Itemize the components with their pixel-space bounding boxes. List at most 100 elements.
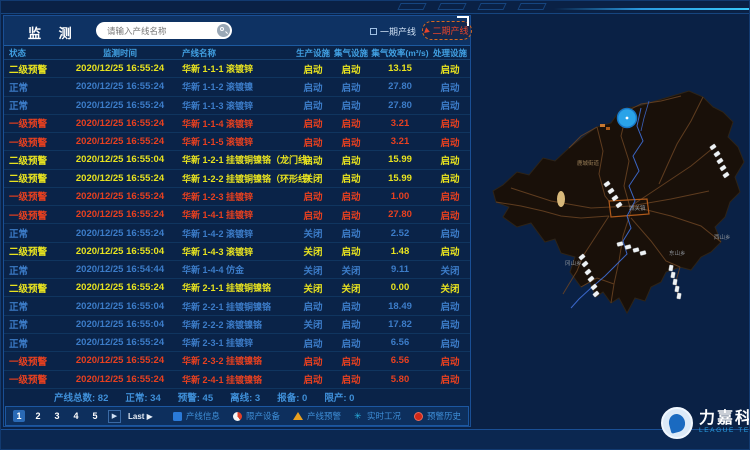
table-rows: 二级预警2020/12/25 16:55:24华新 1-1-1 滚镀锌启动启动1… [4, 60, 470, 389]
table-row[interactable]: 正常2020/12/25 16:55:04华新 2-2-1 挂镀铜镍铬启动启动1… [4, 297, 470, 315]
stat-item: 预警: 45 [178, 390, 213, 404]
cell-efficiency: 6.56 [370, 355, 430, 366]
cell-efficiency: 1.48 [370, 246, 430, 257]
cell-name: 华新 1-4-3 滚镀锌 [182, 245, 294, 258]
cell-gas-collection: 启动 [332, 336, 370, 350]
legend-item[interactable]: 实时工况 [354, 410, 401, 422]
table-row[interactable]: 一级预警2020/12/25 16:55:24华新 1-1-4 滚镀锌启动启动3… [4, 115, 470, 133]
map-area-label: 城关镇 [629, 204, 646, 212]
table-row[interactable]: 一级预警2020/12/25 16:55:24华新 1-1-5 滚镀锌启动启动3… [4, 133, 470, 151]
cell-status: 正常 [4, 336, 58, 350]
table-row[interactable]: 二级预警2020/12/25 16:55:24华新 1-2-2 挂镀铜镍铬（环形… [4, 170, 470, 188]
cell-treatment: 启动 [430, 116, 470, 130]
page-button[interactable]: 2 [32, 410, 44, 422]
table-row[interactable]: 正常2020/12/25 16:54:44华新 1-4-4 仿金关闭关闭9.11… [4, 261, 470, 279]
cell-name: 华新 1-1-3 滚镀锌 [182, 99, 294, 112]
table-row[interactable]: 二级预警2020/12/25 16:55:04华新 1-4-3 滚镀锌关闭启动1… [4, 243, 470, 261]
site-marker[interactable] [669, 265, 674, 272]
table-row[interactable]: 一级预警2020/12/25 16:55:24华新 1-4-1 挂镀锌启动启动2… [4, 206, 470, 224]
column-header: 集气设施 [332, 47, 370, 59]
cell-efficiency: 2.52 [370, 228, 430, 239]
cell-status: 正常 [4, 299, 58, 313]
stat-item: 正常: 34 [125, 390, 160, 404]
cell-name: 华新 1-2-1 挂镀铜镍铬（龙门线） [182, 153, 294, 166]
cell-gas-collection: 启动 [332, 98, 370, 112]
site-marker[interactable] [677, 293, 682, 300]
deco-shape [437, 3, 466, 10]
page-title: 监 测 [28, 23, 79, 42]
legend-item[interactable]: 预警历史 [414, 410, 461, 422]
cell-name: 华新 1-4-1 挂镀锌 [182, 208, 294, 221]
table-row[interactable]: 二级预警2020/12/25 16:55:24华新 2-1-1 挂镀铜镍铬关闭关… [4, 279, 470, 297]
cell-production: 关闭 [294, 244, 332, 258]
phase1-checkbox[interactable]: 一期产线 [370, 25, 416, 38]
cell-treatment: 关闭 [430, 263, 470, 277]
legend-item[interactable]: 产线预警 [293, 410, 341, 422]
district-map[interactable]: 鹿城街道城关镇西山乡东山乡冈山乡 [481, 56, 749, 406]
logo-subtitle: LEAGUE TECH [699, 428, 750, 435]
cell-efficiency: 3.21 [370, 118, 430, 129]
info-square-icon [173, 412, 182, 421]
table-row[interactable]: 正常2020/12/25 16:55:24华新 1-1-3 滚镀锌启动启动27.… [4, 97, 470, 115]
map-area-label: 鹿城街道 [577, 159, 600, 167]
column-header: 处理设施 [430, 47, 470, 59]
site-marker[interactable] [673, 279, 678, 286]
column-header: 集气效率(m³/s) [370, 47, 430, 59]
table-row[interactable]: 正常2020/12/25 16:55:24华新 1-1-2 滚镀镍启动启动27.… [4, 78, 470, 96]
table-row[interactable]: 一级预警2020/12/25 16:55:24华新 2-3-2 挂镀镍铬启动启动… [4, 352, 470, 370]
cell-efficiency: 27.80 [370, 81, 430, 92]
cell-efficiency: 13.15 [370, 63, 430, 74]
legend-item[interactable]: 产线信息 [173, 410, 220, 422]
limited-circle-icon [233, 412, 242, 421]
cell-treatment: 启动 [430, 189, 470, 203]
bottom-bar: 12345 ▶ Last ▶ 产线信息 限产设备 产线预警 实时工况 预警历史 [5, 406, 469, 426]
table-header: 状态监测时间产线名称生产设施集气设施集气效率(m³/s)处理设施 [4, 46, 470, 60]
table-row[interactable]: 一级预警2020/12/25 16:55:24华新 1-2-3 挂镀锌启动启动1… [4, 188, 470, 206]
cell-efficiency: 5.80 [370, 374, 430, 385]
column-header: 生产设施 [294, 47, 332, 59]
cluster-dot [626, 117, 629, 120]
deco-shape [397, 3, 426, 10]
cell-status: 一级预警 [4, 372, 58, 386]
cell-time: 2020/12/25 16:55:24 [58, 191, 182, 202]
cell-status: 二级预警 [4, 244, 58, 258]
next-page-button[interactable]: ▶ [108, 410, 121, 423]
cell-name: 华新 1-2-2 挂镀铜镍铬（环形线） [182, 172, 294, 185]
cell-gas-collection: 启动 [332, 317, 370, 331]
corner-bracket-decor [457, 16, 469, 26]
stat-item: 产线总数: 82 [54, 390, 108, 404]
table-row[interactable]: 正常2020/12/25 16:55:24华新 2-3-1 挂镀锌启动启动6.5… [4, 334, 470, 352]
lake-area [557, 191, 565, 207]
legend-item[interactable]: 限产设备 [233, 410, 280, 422]
cell-time: 2020/12/25 16:55:24 [58, 136, 182, 147]
checkbox-icon[interactable] [370, 28, 377, 35]
stat-item: 报备: 0 [277, 390, 307, 404]
cell-treatment: 启动 [430, 171, 470, 185]
last-page-button[interactable]: Last ▶ [128, 412, 153, 421]
cell-production: 关闭 [294, 317, 332, 331]
table-row[interactable]: 二级预警2020/12/25 16:55:24华新 1-1-1 滚镀锌启动启动1… [4, 60, 470, 78]
site-marker[interactable] [675, 286, 680, 293]
table-row[interactable]: 正常2020/12/25 16:55:24华新 1-4-2 滚镀锌关闭启动2.5… [4, 224, 470, 242]
page-button[interactable]: 3 [51, 410, 63, 422]
table-row[interactable]: 正常2020/12/25 16:55:04华新 2-2-2 滚镀镍铬关闭启动17… [4, 316, 470, 334]
cell-production: 关闭 [294, 263, 332, 277]
cell-name: 华新 1-1-4 滚镀锌 [182, 117, 294, 130]
cell-status: 正常 [4, 263, 58, 277]
cell-name: 华新 2-3-2 挂镀镍铬 [182, 354, 294, 367]
cell-treatment: 启动 [430, 153, 470, 167]
cell-name: 华新 1-2-3 挂镀锌 [182, 190, 294, 203]
cell-efficiency: 15.99 [370, 173, 430, 184]
cell-time: 2020/12/25 16:55:04 [58, 319, 182, 330]
cell-efficiency: 27.80 [370, 100, 430, 111]
table-row[interactable]: 一级预警2020/12/25 16:55:24华新 2-4-1 挂镀镍铬启动启动… [4, 371, 470, 389]
site-marker[interactable] [671, 272, 676, 279]
page-button[interactable]: 4 [70, 410, 82, 422]
search-box[interactable] [96, 22, 232, 39]
cell-status: 一级预警 [4, 208, 58, 222]
page-button[interactable]: 1 [13, 410, 25, 422]
search-input[interactable] [105, 25, 217, 37]
search-icon[interactable] [217, 24, 230, 37]
table-row[interactable]: 二级预警2020/12/25 16:55:04华新 1-2-1 挂镀铜镍铬（龙门… [4, 151, 470, 169]
page-button[interactable]: 5 [89, 410, 101, 422]
